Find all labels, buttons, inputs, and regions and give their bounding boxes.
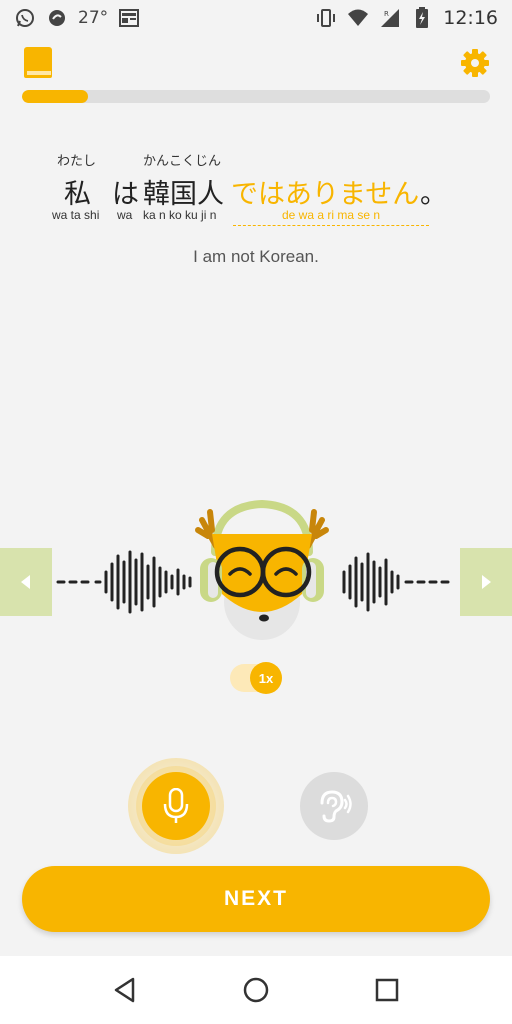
romaji-kankokujin: ka n ko ku ji n <box>143 208 217 222</box>
waveform-left <box>56 550 192 614</box>
news-icon <box>118 7 140 29</box>
gear-icon <box>461 49 489 77</box>
vibrate-icon <box>315 7 337 29</box>
romaji-dewaarimasen: de wa a ri ma se n <box>233 208 429 226</box>
back-triangle-icon <box>115 977 135 1003</box>
book-icon <box>24 47 52 78</box>
waveform-right <box>342 552 450 612</box>
next-arrow-button[interactable] <box>460 548 512 616</box>
translation-text: I am not Korean. <box>193 247 319 266</box>
nav-recents-button[interactable] <box>367 970 407 1010</box>
nav-home-button[interactable] <box>236 970 276 1010</box>
romaji-wa: wa <box>117 208 133 222</box>
deer-mascot[interactable] <box>190 494 340 642</box>
next-button[interactable]: NEXT <box>22 866 490 932</box>
book-button[interactable] <box>22 46 54 80</box>
microphone-icon <box>163 788 189 823</box>
word-kankokujin[interactable]: 韓国人 <box>143 172 224 211</box>
playback-speed-toggle[interactable]: 1x <box>226 660 286 696</box>
lesson-progress-fill <box>22 90 88 103</box>
battery-icon <box>411 7 433 29</box>
word-dewaarimasen[interactable]: ではありません <box>231 172 419 211</box>
svg-text:R: R <box>384 10 389 18</box>
wifi-icon <box>347 7 369 29</box>
whatsapp-icon <box>14 7 36 29</box>
clock-time: 12:16 <box>443 7 498 29</box>
lesson-progress-bar <box>22 90 490 103</box>
word-watashi[interactable]: 私 <box>64 172 91 211</box>
android-nav-bar <box>0 956 512 1024</box>
previous-button[interactable] <box>0 548 52 616</box>
nav-back-button[interactable] <box>105 970 145 1010</box>
temperature-text: 27° <box>78 8 109 28</box>
word-period: 。 <box>420 179 447 210</box>
listen-playback-button[interactable] <box>300 772 368 840</box>
chevron-right-icon <box>482 575 491 589</box>
furigana-kankokujin: かんこくじん <box>143 153 222 168</box>
furigana-watashi: わたし <box>57 153 97 168</box>
home-circle-icon <box>243 977 269 1003</box>
ear-sound-icon <box>320 790 352 823</box>
record-mic-button[interactable] <box>142 772 210 840</box>
romaji-watashi: wa ta shi <box>52 208 100 222</box>
sync-icon <box>46 7 68 29</box>
status-left: 27° <box>14 7 140 29</box>
word-wa[interactable]: は <box>112 172 139 211</box>
status-bar: 27° R 12:16 <box>0 0 512 36</box>
status-right: R 12:16 <box>315 7 498 29</box>
speed-toggle-knob: 1x <box>250 662 282 694</box>
signal-icon: R <box>379 7 401 29</box>
settings-button[interactable] <box>460 48 490 78</box>
chevron-left-icon <box>21 575 30 589</box>
recents-square-icon <box>375 978 398 1002</box>
